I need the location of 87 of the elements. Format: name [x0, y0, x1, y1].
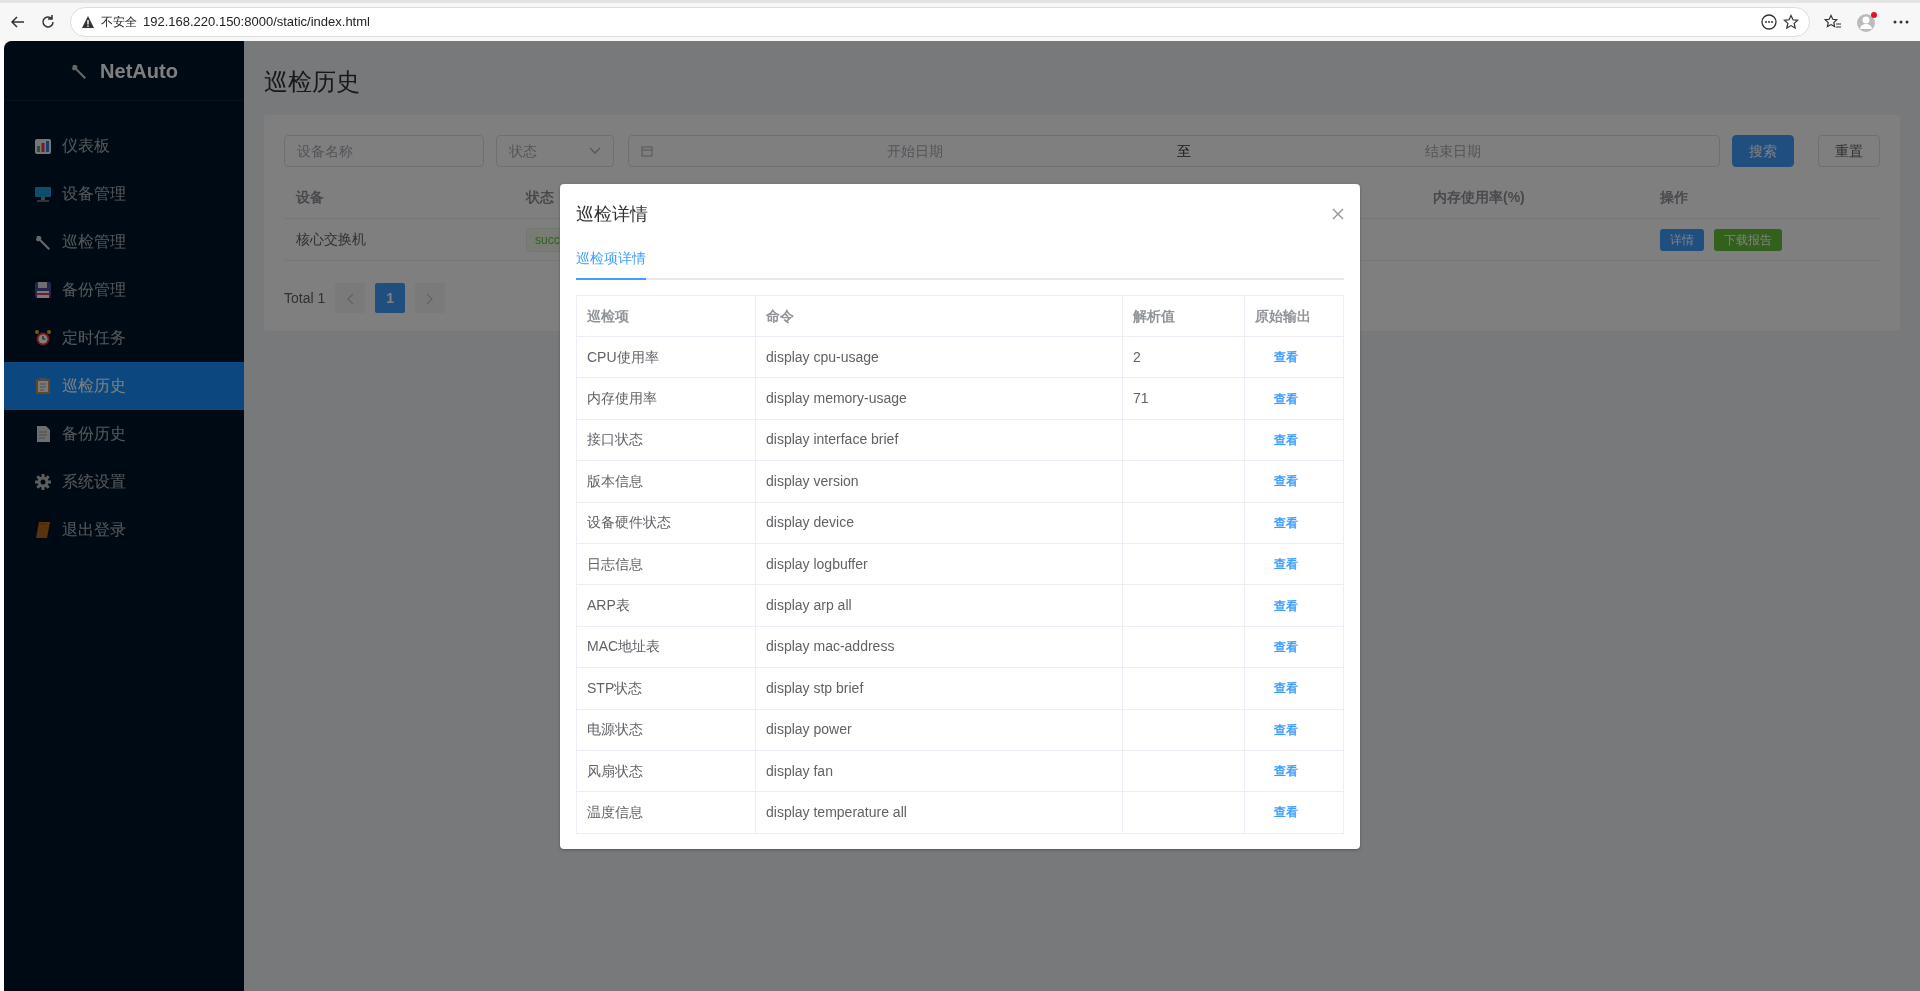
table-cell: display version — [756, 461, 1123, 503]
table-cell: display power — [756, 709, 1123, 751]
address-bar[interactable]: 不安全 192.168.220.150:8000/static/index.html — [70, 7, 1810, 37]
page-title: 巡检历史 — [264, 67, 361, 97]
range-separator: 至 — [1177, 141, 1191, 161]
close-icon — [1332, 208, 1344, 220]
wrench-icon — [34, 233, 52, 251]
avatar-icon[interactable] — [1856, 11, 1878, 33]
column-header: 命令 — [756, 296, 1123, 337]
view-link[interactable]: 查看 — [1255, 348, 1298, 367]
reload-icon[interactable] — [40, 14, 56, 30]
more-icon[interactable] — [1892, 19, 1910, 25]
table-cell: display stp brief — [756, 668, 1123, 710]
clipboard-icon — [34, 377, 52, 395]
warning-icon — [81, 15, 95, 29]
monitor-icon — [34, 185, 52, 203]
table-cell: 电源状态 — [577, 709, 756, 751]
table-cell: display mac-address — [756, 626, 1123, 669]
chevron-down-icon — [589, 147, 601, 155]
table-cell: 71 — [1123, 378, 1245, 420]
table-cell: display device — [756, 502, 1123, 544]
table-cell: MAC地址表 — [577, 626, 756, 669]
table-cell: display interface brief — [756, 419, 1123, 462]
reset-button[interactable]: 重置 — [1818, 135, 1880, 167]
chevron-left-icon — [346, 292, 355, 305]
view-link[interactable]: 查看 — [1255, 803, 1298, 822]
calendar-icon — [641, 145, 653, 157]
table-cell: 设备硬件状态 — [577, 502, 756, 544]
view-link[interactable]: 查看 — [1255, 596, 1298, 615]
sidebar-item[interactable]: 设备管理 — [4, 170, 244, 218]
table-cell: 风扇状态 — [577, 750, 756, 793]
door-icon — [34, 521, 52, 539]
view-link[interactable]: 查看 — [1255, 762, 1298, 781]
details-button[interactable]: 详情 — [1660, 228, 1704, 251]
view-link[interactable]: 查看 — [1255, 513, 1298, 532]
url-text: 192.168.220.150:8000/static/index.html — [143, 13, 370, 32]
table-cell: display temperature all — [756, 792, 1123, 834]
close-button[interactable] — [1332, 208, 1344, 220]
sidebar-item[interactable]: 退出登录 — [4, 506, 244, 554]
table-cell: 接口状态 — [577, 419, 756, 462]
table-cell: display logbuffer — [756, 543, 1123, 586]
document-icon — [34, 425, 52, 443]
view-link[interactable]: 查看 — [1255, 555, 1298, 574]
table-cell: display cpu-usage — [756, 337, 1123, 379]
view-link[interactable]: 查看 — [1255, 389, 1298, 408]
view-link[interactable]: 查看 — [1255, 720, 1298, 739]
sidebar-item[interactable]: 备份历史 — [4, 410, 244, 458]
view-link[interactable]: 查看 — [1255, 637, 1298, 656]
table-cell: STP状态 — [577, 668, 756, 710]
security-label: 不安全 — [101, 14, 137, 31]
column-header: 原始输出 — [1245, 296, 1344, 337]
alarm-clock-icon — [34, 329, 52, 347]
table-cell: 温度信息 — [577, 792, 756, 834]
star-icon[interactable] — [1783, 14, 1799, 30]
table-cell: 核心交换机 — [284, 219, 514, 261]
sidebar-item[interactable]: 巡检管理 — [4, 218, 244, 266]
more-options-icon[interactable] — [1761, 14, 1777, 30]
settings-icon — [34, 473, 52, 491]
table-cell: 2 — [1123, 337, 1245, 379]
table-cell: 日志信息 — [577, 543, 756, 586]
chevron-right-icon — [426, 292, 435, 305]
view-link[interactable]: 查看 — [1255, 472, 1298, 491]
sidebar-item[interactable]: 仪表板 — [4, 122, 244, 170]
total-count: Total 1 — [284, 288, 326, 308]
page-button[interactable]: 1 — [375, 283, 406, 313]
table-cell: ARP表 — [577, 585, 756, 627]
view-link[interactable]: 查看 — [1255, 679, 1298, 698]
table-cell: display arp all — [756, 585, 1123, 627]
table-cell: display fan — [756, 750, 1123, 793]
table-cell: CPU使用率 — [577, 337, 756, 379]
table-cell: display memory-usage — [756, 378, 1123, 420]
sidebar-item[interactable]: 定时任务 — [4, 314, 244, 362]
favorites-icon[interactable] — [1824, 14, 1842, 30]
view-link[interactable]: 查看 — [1255, 430, 1298, 449]
table-cell: 内存使用率 — [577, 378, 756, 420]
back-icon[interactable] — [10, 14, 26, 30]
search-button[interactable]: 搜索 — [1732, 135, 1794, 167]
column-header: 解析值 — [1123, 296, 1245, 337]
download-report-button[interactable]: 下载报告 — [1714, 228, 1782, 251]
sidebar-item[interactable]: 巡检历史 — [4, 362, 244, 410]
table-cell: 版本信息 — [577, 461, 756, 503]
brand-name: NetAuto — [100, 58, 178, 84]
column-header: 巡检项 — [577, 296, 756, 337]
bar-chart-icon — [34, 137, 52, 155]
sidebar-item[interactable]: 系统设置 — [4, 458, 244, 506]
sidebar-item[interactable]: 备份管理 — [4, 266, 244, 314]
tab[interactable]: 巡检项详情 — [576, 238, 646, 280]
